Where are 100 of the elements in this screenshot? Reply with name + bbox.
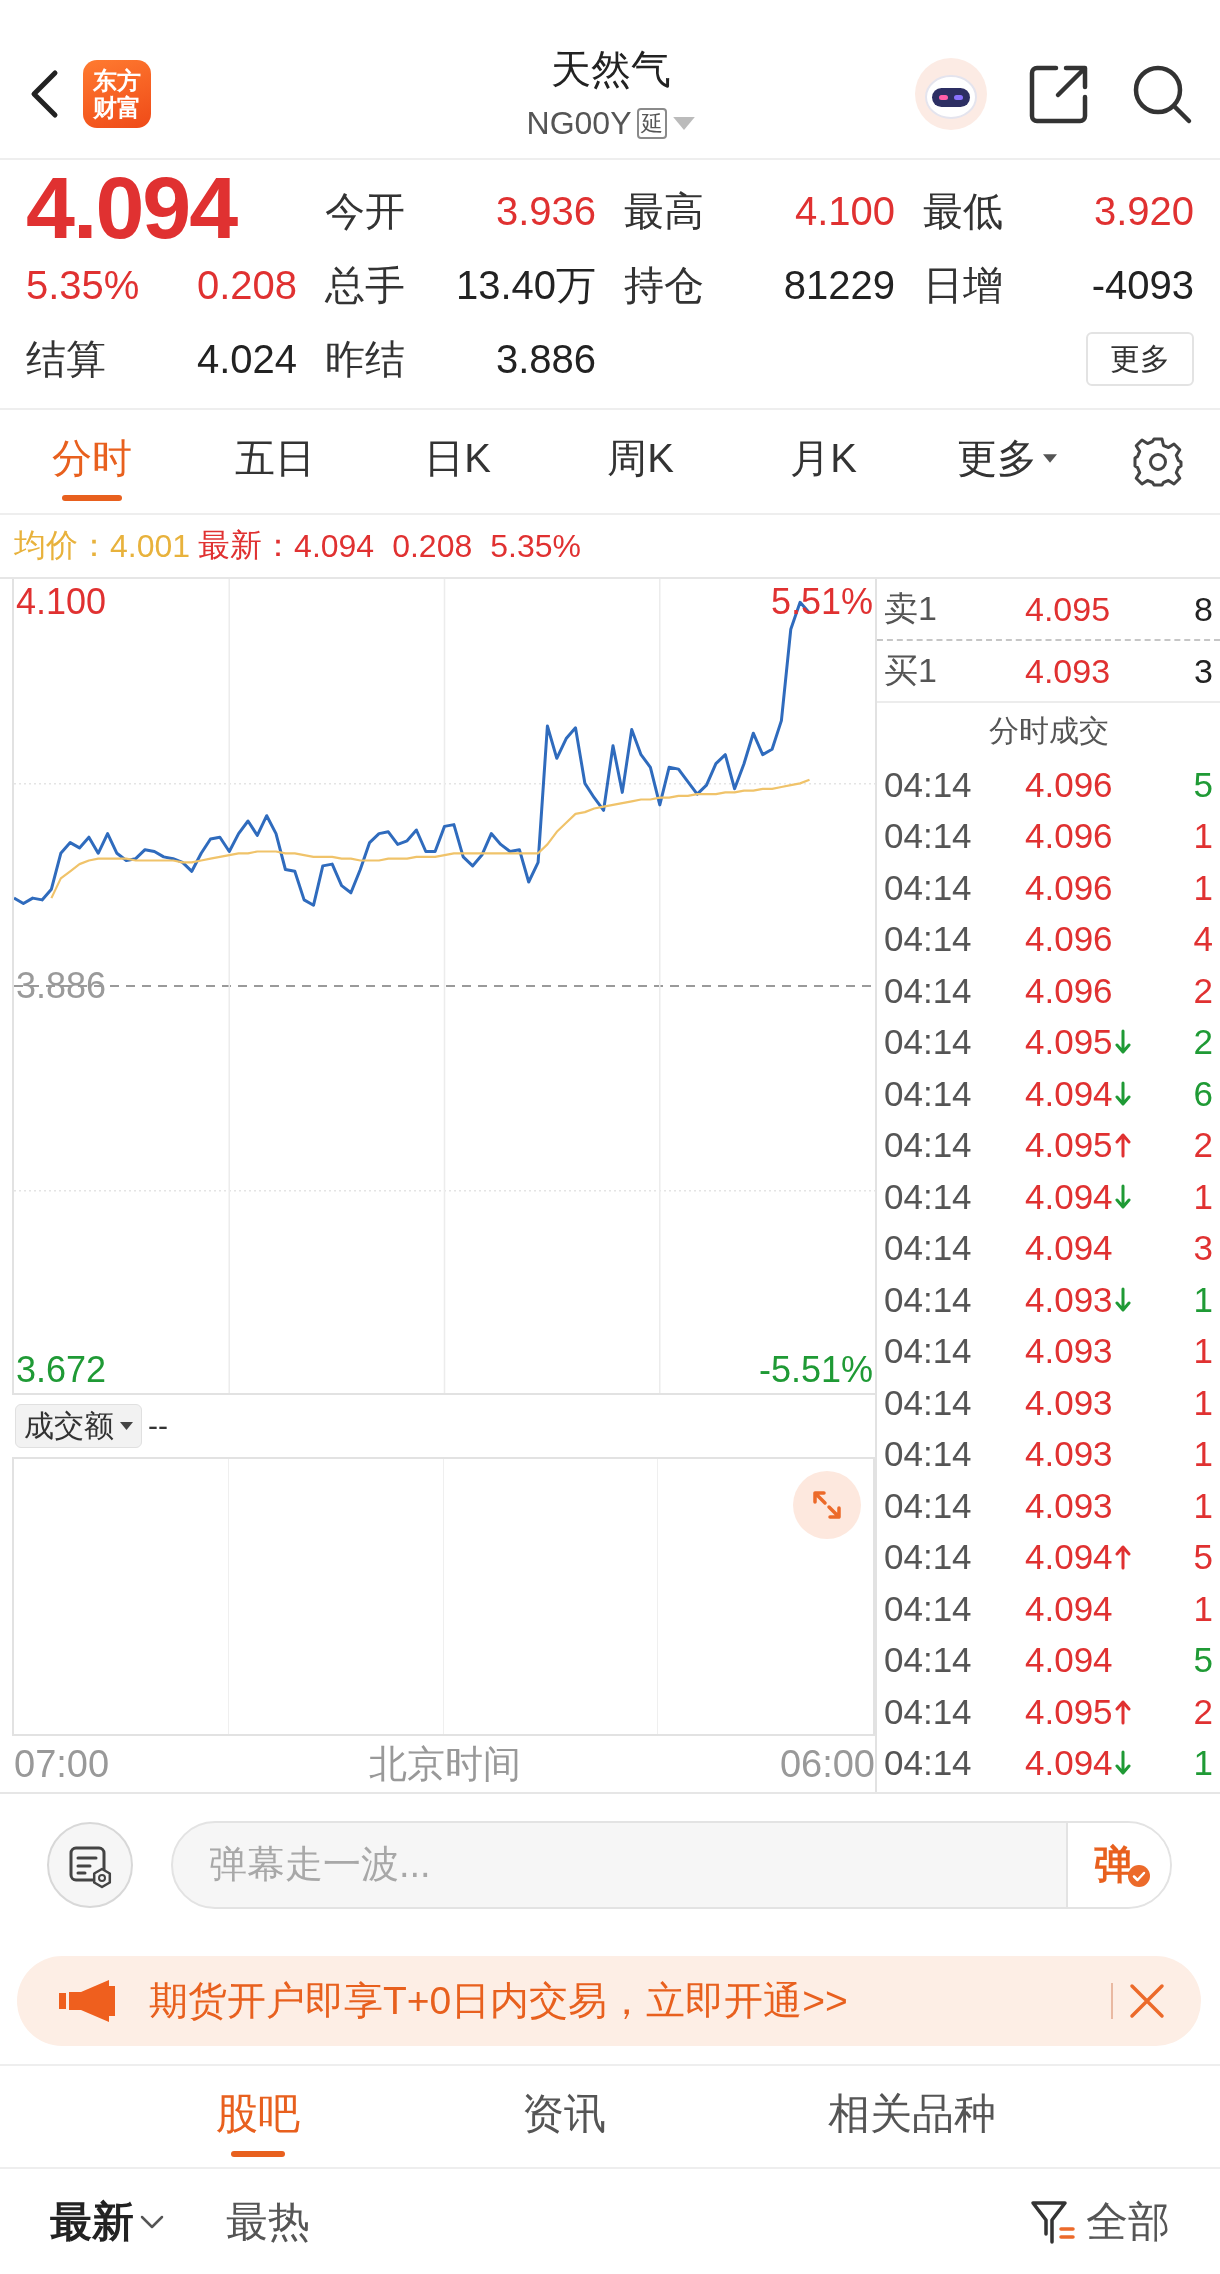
price-axis-label: 3.886 <box>15 964 108 1008</box>
stat-value: 3.886 <box>495 336 596 383</box>
delay-badge: 延 <box>637 107 668 139</box>
stat-value: 3.920 <box>1093 188 1194 235</box>
more-button[interactable]: 更多 <box>1086 332 1194 386</box>
chart-tab[interactable]: 五日 <box>183 410 366 513</box>
megaphone-icon <box>59 1980 115 2022</box>
trade-price: 4.093 <box>1025 1382 1113 1423</box>
stat-label: 日增 <box>923 262 1003 309</box>
caret-down-icon <box>1042 454 1057 463</box>
trade-volume: 1 <box>1193 1434 1213 1475</box>
trade-time: 04:14 <box>884 1125 973 1166</box>
stat-label: 结算 <box>26 336 106 383</box>
trade-volume: 1 <box>1193 1176 1213 1217</box>
indicator-value: -- <box>148 1409 168 1443</box>
trade-time: 04:14 <box>884 1743 973 1784</box>
settings-icon[interactable] <box>1132 435 1184 488</box>
trade-time: 04:14 <box>884 764 973 805</box>
time-axis-label: 06:00 <box>779 1742 875 1786</box>
trade-volume: 1 <box>1193 867 1213 908</box>
trade-price: 4.096 <box>1025 970 1113 1011</box>
trade-volume: 1 <box>1193 1279 1213 1320</box>
last-price: 4.094 <box>26 168 239 248</box>
order-level-label: 卖1 <box>884 588 938 629</box>
app-logo: 东方财富 <box>83 60 151 128</box>
sort-option[interactable]: 最热 <box>226 2193 310 2250</box>
chart-tab[interactable]: 月K <box>732 410 915 513</box>
trade-time: 04:14 <box>884 1537 973 1578</box>
trade-volume: 2 <box>1193 1125 1213 1166</box>
trade-price: 4.096 <box>1025 764 1113 805</box>
trade-time: 04:14 <box>884 1228 973 1269</box>
trade-time: 04:14 <box>884 919 973 960</box>
change-value: 0.208 <box>196 262 297 309</box>
trade-time: 04:14 <box>884 1382 973 1423</box>
trade-volume: 5 <box>1193 764 1213 805</box>
trade-price: 4.095 <box>1025 1125 1113 1166</box>
comment-input[interactable]: 弹幕走一波... <box>173 1822 1066 1907</box>
back-icon[interactable] <box>29 69 59 119</box>
trade-price: 4.094 <box>1025 1640 1113 1681</box>
trade-volume: 6 <box>1193 1073 1213 1114</box>
indicator-dropdown[interactable]: 成交额 <box>15 1404 142 1448</box>
trade-price: 4.094 <box>1025 1176 1113 1217</box>
stat-value: 3.936 <box>495 188 596 235</box>
price-axis-label: 4.100 <box>15 580 108 625</box>
trade-time: 04:14 <box>884 1331 973 1372</box>
trade-volume: 2 <box>1193 970 1213 1011</box>
trade-price: 4.093 <box>1025 1279 1113 1320</box>
trade-price: 4.094 <box>1025 1073 1113 1114</box>
trade-time: 04:14 <box>884 1176 973 1217</box>
trade-volume: 3 <box>1193 1228 1213 1269</box>
trade-time: 04:14 <box>884 1588 973 1629</box>
trade-price: 4.096 <box>1025 816 1113 857</box>
trade-price: 4.095 <box>1025 1691 1113 1732</box>
caret-down-icon <box>120 1422 133 1430</box>
stat-label: 总手 <box>325 262 405 309</box>
sort-option[interactable]: 最新 <box>50 2193 164 2250</box>
price-axis-label: 3.672 <box>15 1347 108 1392</box>
close-icon[interactable] <box>1129 1983 1165 2019</box>
trade-price: 4.094 <box>1025 1537 1113 1578</box>
share-icon[interactable] <box>1028 63 1090 125</box>
trade-volume: 2 <box>1193 1691 1213 1732</box>
trade-time: 04:14 <box>884 1691 973 1732</box>
time-axis-label: 07:00 <box>14 1742 110 1786</box>
order-volume: 3 <box>1194 651 1213 691</box>
change-percent: 5.35% <box>26 262 140 309</box>
trade-volume: 1 <box>1193 1382 1213 1423</box>
average-price-label: 均价： <box>14 526 110 565</box>
trade-volume: 1 <box>1193 1485 1213 1526</box>
order-volume: 8 <box>1194 589 1213 629</box>
stat-value: 4.024 <box>196 336 297 383</box>
chart-tab[interactable]: 更多 <box>915 410 1098 513</box>
robot-avatar-icon[interactable] <box>915 58 987 130</box>
trade-time: 04:14 <box>884 970 973 1011</box>
section-tab[interactable]: 资讯 <box>522 2066 606 2167</box>
section-tab[interactable]: 相关品种 <box>828 2066 996 2167</box>
trade-time: 04:14 <box>884 816 973 857</box>
filter-icon <box>1030 2198 1076 2245</box>
time-zone-label: 北京时间 <box>368 1741 521 1787</box>
document-gear-icon[interactable] <box>46 1820 134 1909</box>
chart-tab[interactable]: 日K <box>366 410 549 513</box>
trade-price: 4.095 <box>1025 1022 1113 1063</box>
search-icon[interactable] <box>1131 63 1193 125</box>
stat-value: 81229 <box>783 262 895 309</box>
trades-title: 分时成交 <box>987 712 1110 749</box>
trade-time: 04:14 <box>884 1279 973 1320</box>
trade-time: 04:14 <box>884 1640 973 1681</box>
scope-filter-button[interactable]: 全部 <box>1030 2193 1170 2250</box>
trade-volume: 1 <box>1193 1743 1213 1784</box>
check-badge-icon <box>1128 1864 1150 1887</box>
trade-volume: 1 <box>1193 816 1213 857</box>
caret-down-icon <box>673 116 696 130</box>
trade-volume: 1 <box>1193 1588 1213 1629</box>
chart-tab[interactable]: 周K <box>549 410 732 513</box>
expand-icon[interactable] <box>793 1471 861 1539</box>
trade-price: 4.094 <box>1025 1588 1113 1629</box>
trade-time: 04:14 <box>884 1434 973 1475</box>
trade-price: 4.096 <box>1025 919 1113 960</box>
stat-label: 今开 <box>325 188 405 235</box>
order-price: 4.095 <box>1025 589 1112 629</box>
instrument-name: 天然气 <box>551 46 671 93</box>
